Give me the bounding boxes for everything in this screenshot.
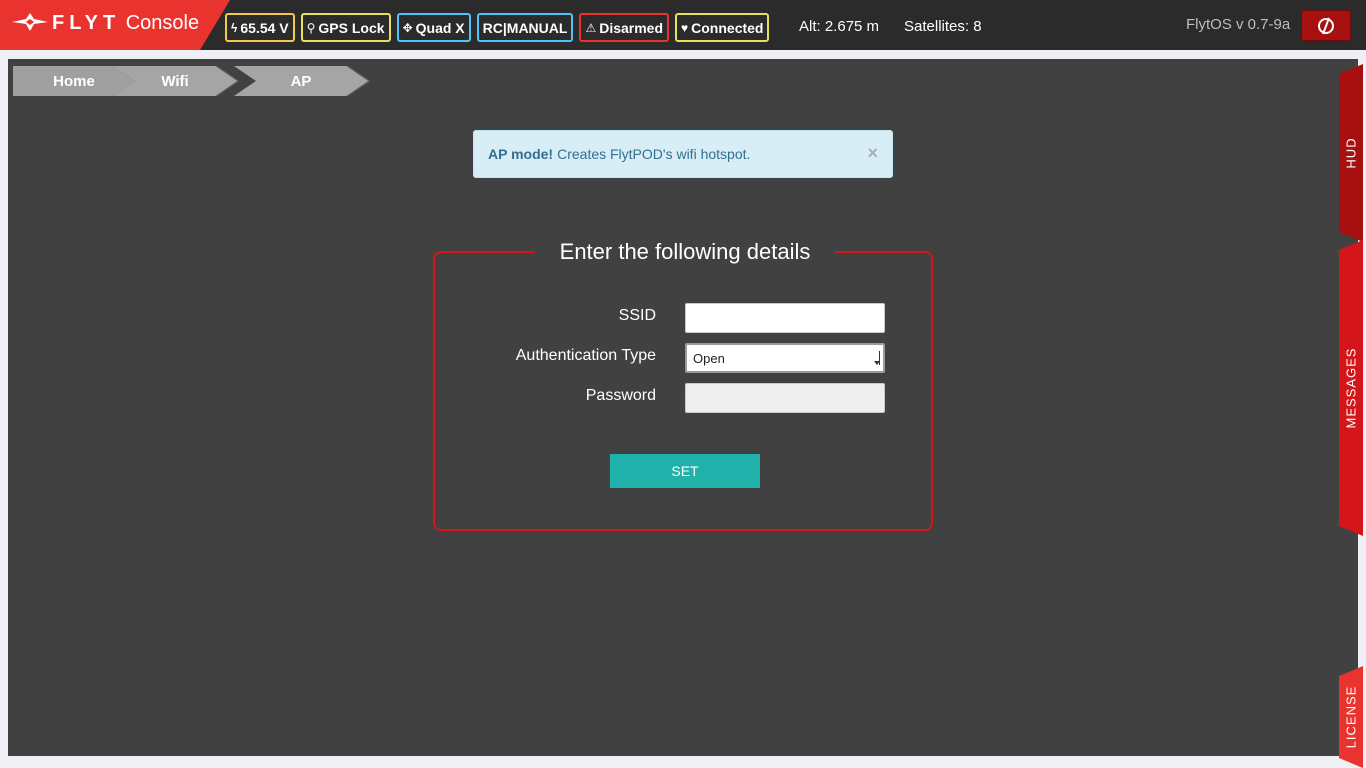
version-label: FlytOS v 0.7-9a bbox=[1186, 16, 1291, 33]
frame-type: Quad X bbox=[415, 19, 465, 36]
tab-license[interactable]: LICENSE bbox=[1339, 666, 1363, 768]
alert-title: AP mode! bbox=[488, 146, 554, 162]
quadcopter-icon: ✥ bbox=[402, 20, 413, 35]
status-badges: ϟ 65.54 V ⚲ GPS Lock ✥ Quad X RC|MANUAL … bbox=[225, 13, 770, 42]
arm-status: Disarmed bbox=[599, 19, 664, 36]
tab-license-label: LICENSE bbox=[1343, 685, 1359, 749]
logo: FLYT Console bbox=[0, 0, 230, 50]
auth-type-select[interactable]: Open bbox=[685, 343, 885, 373]
gps-badge: ⚲ GPS Lock bbox=[300, 13, 391, 42]
tab-messages[interactable]: MESSAGES bbox=[1339, 240, 1363, 536]
breadcrumb-item-home[interactable]: Home bbox=[13, 66, 135, 96]
map-marker-icon: ⚲ bbox=[306, 20, 316, 35]
flyt-logo-icon bbox=[12, 13, 48, 31]
connection-status: Connected bbox=[691, 19, 764, 36]
ssid-input[interactable] bbox=[685, 303, 885, 333]
password-label: Password bbox=[585, 387, 656, 404]
tab-messages-label: MESSAGES bbox=[1343, 347, 1359, 429]
connection-badge: ♥ Connected bbox=[675, 13, 770, 42]
breadcrumb-item-ap[interactable]: AP bbox=[234, 66, 368, 96]
auth-type-value: Open bbox=[693, 350, 725, 366]
logo-suffix: Console bbox=[125, 12, 200, 34]
logo-text: FLYT Console bbox=[52, 11, 199, 35]
mode-badge: RC|MANUAL bbox=[476, 13, 574, 42]
voltage-value: 65.54 V bbox=[240, 19, 289, 36]
ssid-label: SSID bbox=[618, 307, 656, 324]
set-button[interactable]: SET bbox=[610, 454, 760, 488]
power-icon bbox=[1318, 17, 1334, 34]
tab-hud[interactable]: HUD bbox=[1339, 64, 1363, 242]
heart-icon: ♥ bbox=[681, 20, 689, 35]
tab-hud-label: HUD bbox=[1343, 137, 1359, 169]
power-button[interactable] bbox=[1301, 10, 1351, 41]
flight-mode: RC|MANUAL bbox=[482, 19, 568, 36]
ap-settings-form: Enter the following details SSID Authent… bbox=[433, 237, 933, 531]
frame-badge: ✥ Quad X bbox=[396, 13, 471, 42]
altitude-readout: Alt: 2.675 m bbox=[799, 18, 880, 35]
arm-badge: ⚠ Disarmed bbox=[579, 13, 670, 42]
satellites-readout: Satellites: 8 bbox=[904, 18, 982, 35]
info-alert: AP mode! Creates FlytPOD's wifi hotspot.… bbox=[473, 130, 893, 178]
form-title: Enter the following details bbox=[535, 237, 835, 267]
auth-type-label: Authentication Type bbox=[515, 347, 656, 364]
password-input[interactable] bbox=[685, 383, 885, 413]
close-icon[interactable]: × bbox=[867, 144, 878, 162]
chevron-down-icon bbox=[874, 351, 880, 365]
alert-message: Creates FlytPOD's wifi hotspot. bbox=[557, 146, 751, 162]
main-panel: AP Wifi Home AP mode! Creates FlytPOD's … bbox=[8, 59, 1358, 756]
top-bar: FLYT Console ϟ 65.54 V ⚲ GPS Lock ✥ Quad… bbox=[0, 0, 1366, 50]
bolt-icon: ϟ bbox=[231, 20, 238, 35]
logo-brand: FLYT bbox=[52, 12, 121, 34]
voltage-badge: ϟ 65.54 V bbox=[225, 13, 295, 42]
warning-icon: ⚠ bbox=[585, 20, 597, 35]
gps-status: GPS Lock bbox=[318, 19, 385, 36]
